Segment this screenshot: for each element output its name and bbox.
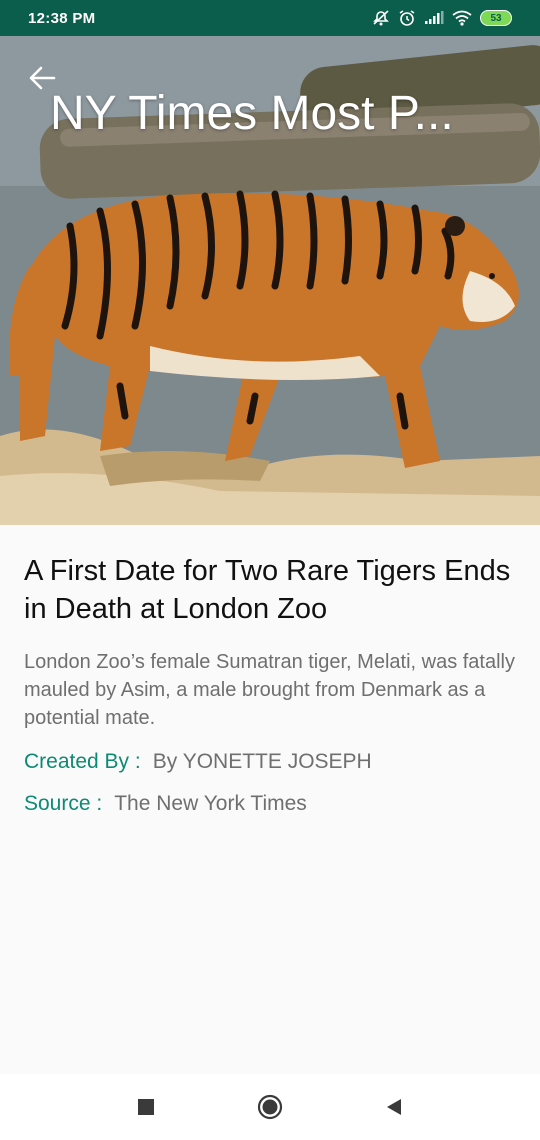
navigation-bar — [0, 1074, 540, 1140]
mute-icon — [372, 10, 390, 26]
source-row: Source : The New York Times — [24, 792, 516, 816]
recents-button[interactable] — [126, 1087, 166, 1127]
system-back-button[interactable] — [374, 1087, 414, 1127]
alarm-icon — [398, 9, 416, 27]
hero-image: NY Times Most P... — [0, 36, 540, 525]
article-content: A First Date for Two Rare Tigers Ends in… — [24, 552, 516, 816]
article-headline: A First Date for Two Rare Tigers Ends in… — [24, 555, 511, 625]
article-detail-screen: 12:38 PM 53 NY Times Most P... A First D… — [0, 0, 540, 1140]
toolbar-title: NY Times Most P... — [50, 87, 454, 140]
home-circle-icon — [257, 1094, 283, 1120]
status-icons: 53 — [372, 9, 512, 27]
back-triangle-icon — [387, 1099, 401, 1115]
created-by-row: Created By : By YONETTE JOSEPH — [24, 750, 516, 774]
source-label: Source : — [24, 792, 103, 815]
article-abstract: London Zoo’s female Sumatran tiger, Mela… — [24, 651, 515, 729]
signal-icon — [424, 11, 444, 25]
recents-square-icon — [138, 1099, 154, 1115]
battery-icon: 53 — [480, 10, 512, 26]
status-bar: 12:38 PM 53 — [0, 0, 540, 36]
created-by-label: Created By : — [24, 750, 141, 773]
created-by-value: By YONETTE JOSEPH — [152, 750, 372, 773]
wifi-icon — [452, 10, 472, 26]
source-value: The New York Times — [114, 792, 307, 815]
home-button[interactable] — [250, 1087, 290, 1127]
status-time: 12:38 PM — [28, 9, 96, 27]
